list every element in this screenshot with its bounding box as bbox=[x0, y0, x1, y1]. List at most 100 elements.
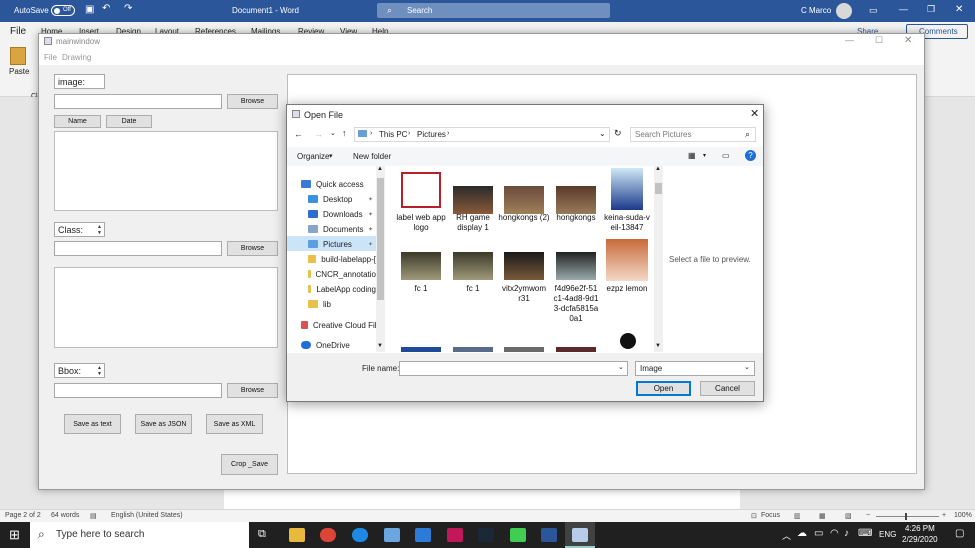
nav-documents[interactable]: Documents bbox=[323, 225, 363, 234]
onedrive-icon[interactable]: ☁ bbox=[797, 528, 807, 539]
file-label[interactable]: f4d96e2f-51 c1-4ad8-9d1 3-dcfa5815a 0a1 bbox=[550, 284, 602, 324]
web-layout-icon[interactable]: ▧ bbox=[845, 512, 852, 520]
image-path-input[interactable] bbox=[54, 94, 222, 109]
language-indicator[interactable]: ENG bbox=[879, 530, 896, 539]
focus-icon[interactable]: ⊡ bbox=[751, 512, 757, 520]
file-label[interactable]: hongkongs (2) bbox=[498, 213, 550, 223]
file-label[interactable]: label web app logo bbox=[395, 213, 447, 233]
zoom-in-icon[interactable]: + bbox=[942, 512, 946, 519]
file-thumbnail[interactable] bbox=[504, 252, 544, 280]
refresh-icon[interactable]: ↻ bbox=[614, 128, 622, 139]
file-grid-scrollbar[interactable]: ▲ ▼ bbox=[654, 166, 663, 352]
scroll-up-icon[interactable]: ▲ bbox=[655, 166, 661, 172]
steam-icon[interactable] bbox=[478, 528, 494, 542]
save-icon[interactable]: ▣ bbox=[85, 4, 94, 15]
up-arrow-icon[interactable]: ↑ bbox=[342, 128, 347, 138]
nav-cncr-annotation[interactable]: CNCR_annotatio bbox=[316, 270, 376, 279]
recent-chevron-icon[interactable]: ⌄ bbox=[330, 129, 336, 137]
ribbon-display-icon[interactable]: ▭ bbox=[869, 5, 878, 16]
nav-scrollbar-thumb[interactable] bbox=[377, 178, 384, 300]
image-list[interactable] bbox=[54, 131, 278, 211]
file-thumbnail[interactable] bbox=[556, 347, 596, 352]
preview-pane-icon[interactable]: ▭ bbox=[722, 151, 730, 160]
paste-label[interactable]: Paste bbox=[9, 67, 29, 76]
clock-date[interactable]: 2/29/2020 bbox=[902, 535, 938, 544]
nav-creative-cloud[interactable]: Creative Cloud File bbox=[313, 321, 381, 330]
status-zoom[interactable]: 100% bbox=[954, 512, 972, 519]
cancel-button[interactable]: Cancel bbox=[700, 381, 755, 396]
mail-icon[interactable] bbox=[415, 528, 431, 542]
change-view-icon[interactable]: ▦ bbox=[688, 151, 696, 160]
minimize-icon[interactable]: — bbox=[899, 4, 908, 14]
forward-arrow-icon[interactable]: → bbox=[314, 129, 323, 139]
wifi-icon[interactable]: ◠ bbox=[830, 528, 839, 539]
breadcrumb-pictures[interactable]: Pictures bbox=[417, 130, 446, 139]
file-label[interactable]: hongkongs bbox=[550, 213, 602, 223]
app-icon[interactable] bbox=[447, 528, 463, 542]
menu-file[interactable]: File bbox=[44, 53, 57, 62]
nav-lib[interactable]: lib bbox=[323, 300, 331, 309]
file-grid-scrollbar-thumb[interactable] bbox=[655, 183, 662, 194]
chevron-down-icon[interactable]: ⌄ bbox=[618, 363, 624, 371]
undo-icon[interactable]: ↶ bbox=[102, 3, 110, 14]
file-thumbnail[interactable] bbox=[453, 347, 493, 352]
organize-button[interactable]: Organize bbox=[297, 152, 329, 161]
store-icon[interactable] bbox=[384, 528, 400, 542]
address-bar[interactable]: › This PC › Pictures › ⌄ bbox=[354, 127, 610, 142]
menu-drawing[interactable]: Drawing bbox=[62, 53, 91, 62]
spin-down-icon[interactable]: ▼ bbox=[96, 371, 103, 377]
organize-chevron-icon[interactable]: ▾ bbox=[329, 152, 333, 160]
help-icon[interactable]: ? bbox=[745, 150, 756, 161]
sort-name-button[interactable]: Name bbox=[54, 115, 101, 128]
file-label[interactable]: ezpz lemon bbox=[601, 284, 653, 294]
qt-creator-icon[interactable] bbox=[510, 528, 526, 542]
crop-save-button[interactable]: Crop _Save bbox=[221, 454, 278, 475]
scroll-down-icon[interactable]: ▼ bbox=[377, 343, 383, 349]
chevron-down-icon[interactable]: ⌄ bbox=[744, 363, 750, 371]
nav-labelapp-coding[interactable]: LabelApp coding bbox=[316, 285, 376, 294]
nav-scrollbar[interactable]: ▲ ▼ bbox=[376, 166, 385, 352]
status-words[interactable]: 64 words bbox=[51, 512, 79, 519]
windows-start-icon[interactable]: ⊞ bbox=[9, 527, 20, 543]
clock-time[interactable]: 4:26 PM bbox=[905, 524, 935, 533]
file-thumbnail[interactable] bbox=[401, 172, 441, 208]
close-icon[interactable]: ✕ bbox=[904, 35, 912, 46]
print-layout-icon[interactable]: ▦ bbox=[819, 512, 826, 520]
taskbar-search-box[interactable]: ⌕ Type here to search bbox=[30, 522, 249, 548]
file-thumbnail[interactable] bbox=[610, 331, 644, 352]
autosave-toggle[interactable]: Off bbox=[51, 5, 75, 16]
zoom-slider[interactable] bbox=[876, 516, 939, 517]
file-thumbnail[interactable] bbox=[556, 252, 596, 280]
nav-downloads[interactable]: Downloads bbox=[323, 210, 363, 219]
nav-pictures[interactable]: Pictures bbox=[323, 240, 352, 249]
edge-icon[interactable] bbox=[352, 528, 368, 542]
zoom-slider-thumb[interactable] bbox=[905, 513, 907, 520]
browse-bbox-button[interactable]: Browse bbox=[227, 383, 278, 398]
bbox-path-input[interactable] bbox=[54, 383, 222, 398]
class-list[interactable] bbox=[54, 267, 278, 348]
volume-icon[interactable]: ♪ bbox=[844, 528, 849, 539]
status-page[interactable]: Page 2 of 2 bbox=[5, 512, 41, 519]
restore-icon[interactable]: ❐ bbox=[927, 4, 935, 15]
breadcrumb-this-pc[interactable]: This PC bbox=[379, 130, 407, 139]
browse-class-button[interactable]: Browse bbox=[227, 241, 278, 256]
proofing-icon[interactable]: ▤ bbox=[90, 512, 97, 520]
minimize-icon[interactable]: — bbox=[845, 35, 854, 45]
keyboard-icon[interactable]: ⌨ bbox=[858, 528, 872, 539]
close-icon[interactable]: ✕ bbox=[955, 4, 963, 15]
save-as-xml-button[interactable]: Save as XML bbox=[206, 414, 263, 434]
chrome-icon[interactable] bbox=[320, 528, 336, 542]
scroll-down-icon[interactable]: ▼ bbox=[655, 343, 661, 349]
spin-down-icon[interactable]: ▼ bbox=[96, 230, 103, 236]
chevron-down-icon[interactable]: ⌄ bbox=[599, 129, 606, 138]
file-thumbnail[interactable] bbox=[453, 186, 493, 214]
view-options-chevron-icon[interactable]: ▾ bbox=[703, 152, 706, 159]
status-language[interactable]: English (United States) bbox=[111, 512, 183, 519]
file-label[interactable]: RH game display 1 bbox=[447, 213, 499, 233]
word-icon[interactable] bbox=[541, 528, 557, 542]
scroll-up-icon[interactable]: ▲ bbox=[377, 166, 383, 172]
nav-quick-access[interactable]: Quick access bbox=[316, 180, 364, 189]
new-folder-button[interactable]: New folder bbox=[353, 152, 391, 161]
file-explorer-icon[interactable] bbox=[289, 528, 305, 542]
file-label[interactable]: fc 1 bbox=[447, 284, 499, 294]
